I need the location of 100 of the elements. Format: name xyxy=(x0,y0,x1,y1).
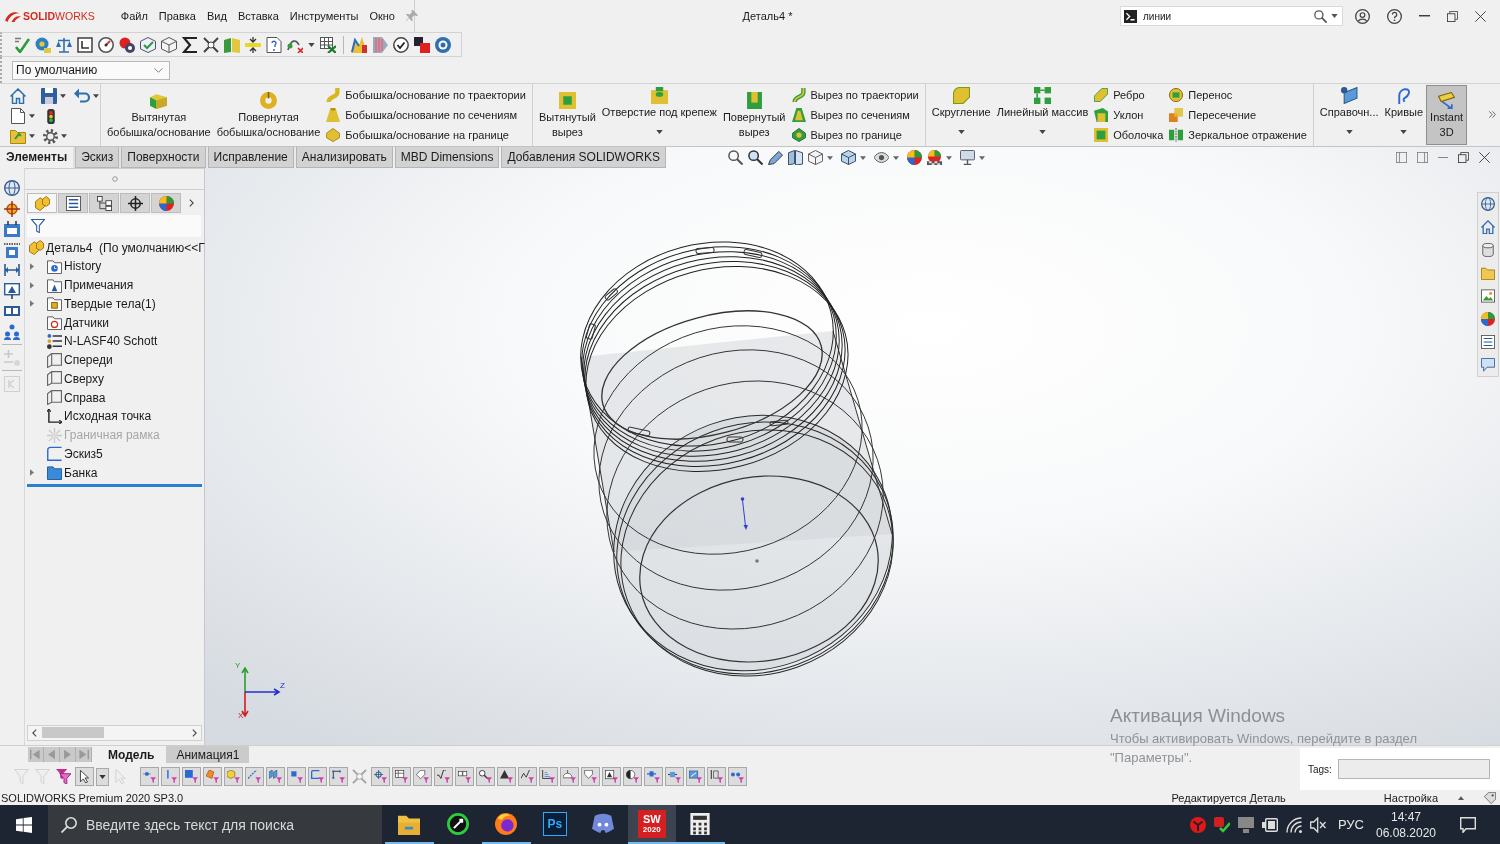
magnifier-icon[interactable] xyxy=(747,150,763,165)
pointer-icon[interactable] xyxy=(75,767,94,786)
dome-filter-icon[interactable] xyxy=(560,767,579,786)
ribbon-button[interactable]: Линейный массив xyxy=(993,84,1092,146)
filter-field[interactable] xyxy=(27,215,201,237)
clock-time[interactable]: 14:47 xyxy=(1391,808,1421,825)
caret-icon[interactable] xyxy=(308,42,315,47)
text-frame-icon[interactable] xyxy=(4,282,20,299)
dashed-line-filter-icon[interactable] xyxy=(245,767,264,786)
split-icon[interactable] xyxy=(245,36,261,53)
chevron-right-icon[interactable] xyxy=(1489,111,1496,118)
tree-item[interactable]: History xyxy=(25,257,204,276)
polyline-filter-icon[interactable] xyxy=(329,767,348,786)
sigma-icon[interactable] xyxy=(182,36,198,53)
tree-item[interactable]: Справа xyxy=(25,388,204,407)
badge-tick-icon[interactable] xyxy=(1213,816,1230,833)
framed-triangle-filter-icon[interactable] xyxy=(602,767,621,786)
shield-filter-icon[interactable] xyxy=(581,767,600,786)
caret-icon[interactable] xyxy=(29,134,35,138)
menu-item[interactable]: Вид xyxy=(207,10,227,22)
gear-icon[interactable] xyxy=(43,128,58,144)
traffic-light-icon[interactable] xyxy=(47,108,55,124)
tag-icon[interactable] xyxy=(1484,791,1496,804)
expand-arrow-icon[interactable] xyxy=(30,262,34,270)
ribbon-button[interactable]: Оболочка xyxy=(1094,125,1164,145)
notification-icon[interactable] xyxy=(1460,816,1476,833)
caret-icon[interactable] xyxy=(826,155,833,160)
book-icon[interactable] xyxy=(787,150,803,165)
command-tab[interactable]: MBD Dimensions xyxy=(394,147,500,168)
ribbon-button[interactable]: Вытянутый вырез xyxy=(535,84,599,146)
caret-icon[interactable] xyxy=(945,155,952,160)
two-dots-filter-icon[interactable] xyxy=(728,767,747,786)
wifi-icon[interactable] xyxy=(1285,816,1302,833)
home-icon[interactable] xyxy=(10,88,26,104)
tree-item[interactable]: N-LASF40 Schott xyxy=(25,332,204,351)
units-button[interactable]: Настройка xyxy=(1383,791,1438,804)
circle-logo-icon[interactable] xyxy=(1189,816,1206,833)
color-ball-icon[interactable] xyxy=(1480,312,1495,326)
ribbon-button[interactable]: Вытянутая бобышка/основание xyxy=(104,84,214,146)
panel-tab[interactable] xyxy=(120,193,150,213)
menu-item[interactable]: Вставка xyxy=(237,10,279,22)
search-field[interactable]: линии xyxy=(1120,6,1343,26)
boxes-filter-icon[interactable] xyxy=(455,767,474,786)
color-ball-icon[interactable] xyxy=(906,150,922,165)
ribbon-button[interactable]: Скругление xyxy=(928,84,994,146)
small-square-filter-icon[interactable] xyxy=(287,767,306,786)
expand-arrow-icon[interactable] xyxy=(30,281,34,289)
ribbon-button[interactable]: Зеркальное отражение xyxy=(1169,125,1307,145)
ribbon-button[interactable]: Повернутая бобышка/основание xyxy=(213,84,324,146)
dimension-icon[interactable] xyxy=(4,262,20,278)
command-tab[interactable]: Поверхности xyxy=(121,147,206,168)
ribbon-button[interactable]: Справочн... xyxy=(1316,84,1382,146)
ribbon-button[interactable]: Бобышка/основание по сечениям xyxy=(326,105,526,125)
solid-filter-icon[interactable] xyxy=(203,767,222,786)
tree-item[interactable]: Эскиз5 xyxy=(25,444,204,464)
folder-icon[interactable] xyxy=(1480,266,1495,280)
tag-box-icon[interactable] xyxy=(4,241,20,258)
crossed-lines-icon[interactable] xyxy=(203,36,219,53)
tree-item[interactable]: Примечания xyxy=(25,275,204,295)
chevron-right-icon[interactable] xyxy=(189,199,194,207)
vertical-line-filter-icon[interactable] xyxy=(161,767,180,786)
ribbon-button[interactable]: Отверстие под крепеж xyxy=(598,84,720,146)
squares-icon[interactable] xyxy=(414,36,430,53)
search-icon[interactable] xyxy=(1314,9,1327,23)
help-icon[interactable] xyxy=(1387,8,1402,24)
people-icon[interactable] xyxy=(4,323,20,340)
close-icon[interactable] xyxy=(1475,10,1486,22)
panel-tab[interactable] xyxy=(58,193,88,213)
restore-icon[interactable] xyxy=(1447,10,1458,22)
ribbon-button[interactable]: Повернутый вырез xyxy=(719,84,789,146)
eye-icon[interactable] xyxy=(873,150,889,165)
caret-up-icon[interactable] xyxy=(1458,795,1464,800)
tag-filter-icon[interactable] xyxy=(413,767,432,786)
label-icon[interactable] xyxy=(4,303,20,319)
balance-scale-icon[interactable] xyxy=(56,36,72,53)
square-filter-icon[interactable] xyxy=(182,767,201,786)
triangle-filter-icon[interactable] xyxy=(497,767,516,786)
monitor-icon[interactable] xyxy=(1237,816,1254,833)
globe-icon[interactable] xyxy=(1480,197,1495,211)
target-filter-icon[interactable] xyxy=(371,767,390,786)
image-icon[interactable] xyxy=(1480,289,1495,303)
ribbon-button[interactable]: Ребро xyxy=(1094,85,1164,105)
new-document-icon[interactable] xyxy=(10,108,26,124)
chevron-left-icon[interactable] xyxy=(32,729,37,737)
color-ball-icon[interactable] xyxy=(926,150,942,165)
funnel-icon[interactable] xyxy=(56,769,71,784)
document-icon[interactable] xyxy=(266,36,282,53)
tape-measure-icon[interactable] xyxy=(35,36,51,53)
caret-icon[interactable] xyxy=(978,155,985,160)
taskbar-search-field[interactable]: Введите здесь текст для поиска xyxy=(48,805,382,844)
zigzag-filter-icon[interactable] xyxy=(518,767,537,786)
caret-icon[interactable] xyxy=(61,134,67,138)
planes-filter-icon[interactable] xyxy=(266,767,285,786)
globe-icon[interactable] xyxy=(4,180,20,196)
toggle-button[interactable]: Instant 3D xyxy=(1426,85,1468,145)
ribbon-button[interactable]: Вырез по траектории xyxy=(791,85,919,105)
language-indicator[interactable]: РУС xyxy=(1337,817,1364,832)
taskbar-button[interactable]: SW 2020 xyxy=(627,805,676,844)
menu-item[interactable]: Окно xyxy=(369,10,395,22)
table-filter-icon[interactable] xyxy=(392,767,411,786)
